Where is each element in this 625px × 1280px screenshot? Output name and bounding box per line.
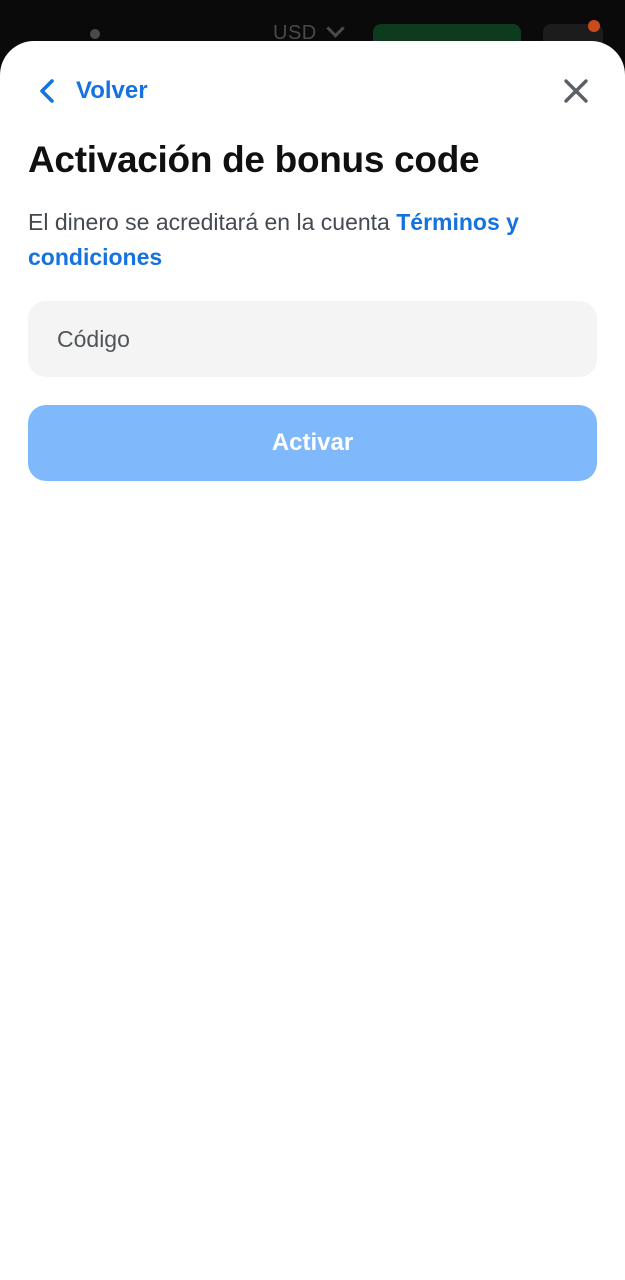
back-button[interactable]: Volver [36, 75, 148, 107]
close-button[interactable] [560, 75, 592, 107]
description-body: El dinero se acreditará en la cuenta [28, 209, 397, 235]
code-input[interactable] [28, 301, 597, 377]
background-menu-icon [90, 29, 100, 39]
chevron-left-icon [36, 76, 58, 106]
notification-badge-icon [588, 20, 600, 32]
bonus-code-sheet: Volver Activación de bonus code El diner… [0, 41, 625, 1280]
description-text: El dinero se acreditará en la cuenta Tér… [28, 205, 598, 275]
activate-button[interactable]: Activar [28, 405, 597, 481]
back-label: Volver [76, 77, 148, 104]
page-title: Activación de bonus code [28, 139, 480, 180]
chevron-down-icon [326, 19, 345, 38]
close-icon [564, 79, 588, 103]
